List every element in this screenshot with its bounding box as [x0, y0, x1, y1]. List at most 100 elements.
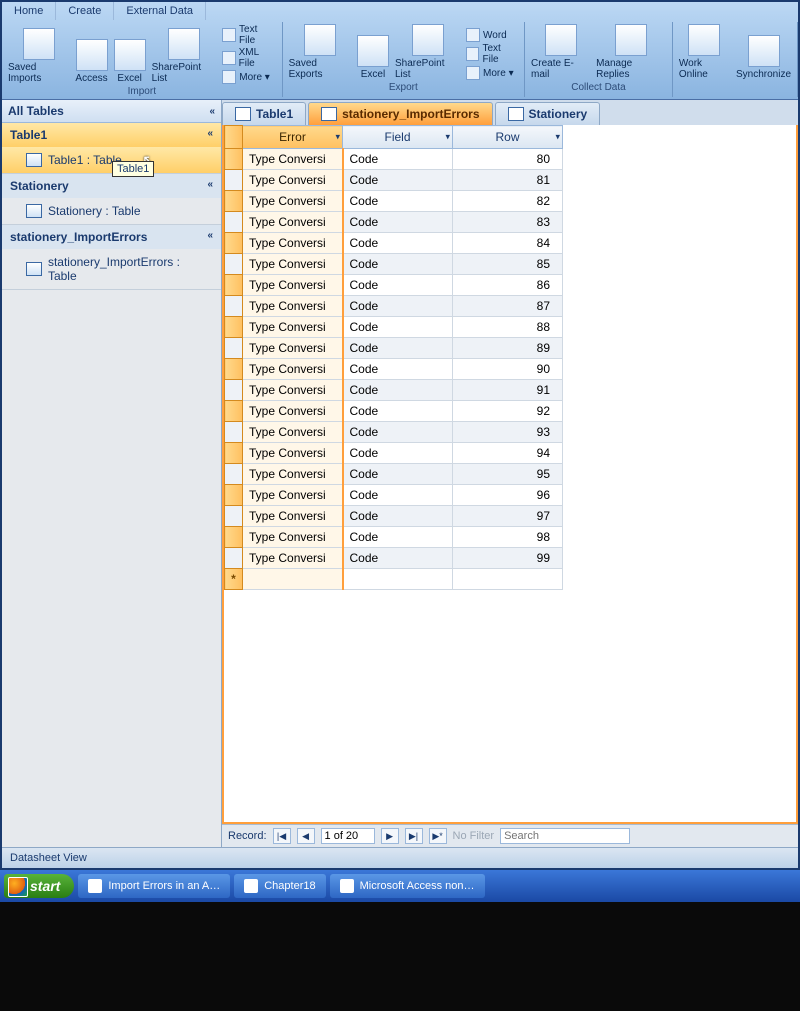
import-text-file-button[interactable]: Text File	[222, 24, 275, 46]
manage-replies-button[interactable]: Manage Replies	[596, 24, 666, 80]
row-selector[interactable]	[225, 401, 243, 422]
cell-error[interactable]: Type Conversi	[243, 443, 343, 464]
table-row[interactable]: Type ConversiCode97	[225, 506, 563, 527]
cell-row[interactable]: 80	[453, 149, 563, 170]
row-selector[interactable]	[225, 380, 243, 401]
cell-error[interactable]: Type Conversi	[243, 422, 343, 443]
cell-error[interactable]	[243, 569, 343, 590]
row-selector[interactable]	[225, 443, 243, 464]
cell-row[interactable]: 81	[453, 170, 563, 191]
cell-error[interactable]: Type Conversi	[243, 170, 343, 191]
cell-error[interactable]: Type Conversi	[243, 380, 343, 401]
row-selector[interactable]	[225, 527, 243, 548]
row-selector[interactable]	[225, 422, 243, 443]
cell-field[interactable]: Code	[343, 149, 453, 170]
cell-row[interactable]: 96	[453, 485, 563, 506]
column-header-row[interactable]: Row▾	[453, 126, 563, 149]
row-selector[interactable]	[225, 254, 243, 275]
cell-error[interactable]: Type Conversi	[243, 317, 343, 338]
cell-field[interactable]: Code	[343, 443, 453, 464]
column-header-error[interactable]: Error▾	[243, 126, 343, 149]
table-row[interactable]: Type ConversiCode87	[225, 296, 563, 317]
cell-error[interactable]: Type Conversi	[243, 527, 343, 548]
cell-row[interactable]: 83	[453, 212, 563, 233]
navitem-stationery-table[interactable]: Stationery : Table	[2, 198, 221, 224]
cell-field[interactable]: Code	[343, 191, 453, 212]
cell-field[interactable]: Code	[343, 359, 453, 380]
cell-row[interactable]: 90	[453, 359, 563, 380]
navpane-header[interactable]: All Tables «	[2, 100, 221, 123]
start-button[interactable]: start	[4, 874, 74, 898]
row-selector[interactable]	[225, 464, 243, 485]
table-row[interactable]: Type ConversiCode94	[225, 443, 563, 464]
row-selector[interactable]	[225, 338, 243, 359]
cell-field[interactable]	[343, 569, 453, 590]
cell-error[interactable]: Type Conversi	[243, 338, 343, 359]
record-position-input[interactable]	[321, 828, 375, 844]
import-excel-button[interactable]: Excel	[114, 39, 146, 84]
cell-row[interactable]: 89	[453, 338, 563, 359]
cell-row[interactable]: 99	[453, 548, 563, 569]
table-row[interactable]: Type ConversiCode84	[225, 233, 563, 254]
cell-field[interactable]: Code	[343, 506, 453, 527]
saved-imports-button[interactable]: Saved Imports	[8, 28, 69, 84]
table-row[interactable]: Type ConversiCode81	[225, 170, 563, 191]
cell-field[interactable]: Code	[343, 275, 453, 296]
cell-row[interactable]: 88	[453, 317, 563, 338]
new-record-button[interactable]: ▶*	[429, 828, 447, 844]
next-record-button[interactable]: ▶	[381, 828, 399, 844]
dropdown-icon[interactable]: ▾	[335, 132, 340, 143]
row-selector[interactable]	[225, 548, 243, 569]
navsection-header[interactable]: stationery_ImportErrors«	[2, 225, 221, 249]
export-sharepoint-button[interactable]: SharePoint List	[395, 24, 460, 80]
cell-error[interactable]: Type Conversi	[243, 464, 343, 485]
cell-row[interactable]: 95	[453, 464, 563, 485]
column-header-field[interactable]: Field▾	[343, 126, 453, 149]
table-row[interactable]: Type ConversiCode83	[225, 212, 563, 233]
cell-row[interactable]: 84	[453, 233, 563, 254]
cell-field[interactable]: Code	[343, 548, 453, 569]
cell-field[interactable]: Code	[343, 296, 453, 317]
cell-error[interactable]: Type Conversi	[243, 191, 343, 212]
row-selector[interactable]	[225, 149, 243, 170]
cell-row[interactable]: 85	[453, 254, 563, 275]
navpane-collapse-icon[interactable]: «	[209, 106, 215, 117]
cell-error[interactable]: Type Conversi	[243, 233, 343, 254]
cell-field[interactable]: Code	[343, 254, 453, 275]
tab-importerrors[interactable]: stationery_ImportErrors	[308, 102, 492, 125]
cell-row[interactable]: 97	[453, 506, 563, 527]
table-row[interactable]: Type ConversiCode93	[225, 422, 563, 443]
row-selector[interactable]	[225, 191, 243, 212]
table-row[interactable]: Type ConversiCode92	[225, 401, 563, 422]
first-record-button[interactable]: |◀	[273, 828, 291, 844]
table-row[interactable]: Type ConversiCode91	[225, 380, 563, 401]
cell-error[interactable]: Type Conversi	[243, 275, 343, 296]
cell-error[interactable]: Type Conversi	[243, 149, 343, 170]
cell-row[interactable]: 87	[453, 296, 563, 317]
cell-field[interactable]: Code	[343, 317, 453, 338]
row-selector[interactable]	[225, 233, 243, 254]
table-row[interactable]: Type ConversiCode85	[225, 254, 563, 275]
cell-error[interactable]: Type Conversi	[243, 254, 343, 275]
table-row[interactable]: Type ConversiCode88	[225, 317, 563, 338]
cell-field[interactable]: Code	[343, 380, 453, 401]
cell-row[interactable]: 91	[453, 380, 563, 401]
cell-field[interactable]: Code	[343, 338, 453, 359]
export-text-file-button[interactable]: Text File	[466, 43, 518, 65]
taskbar-button[interactable]: Chapter18	[234, 874, 325, 898]
import-access-button[interactable]: Access	[75, 39, 107, 84]
cell-field[interactable]: Code	[343, 401, 453, 422]
cell-field[interactable]: Code	[343, 527, 453, 548]
table-row[interactable]: Type ConversiCode90	[225, 359, 563, 380]
new-record-row[interactable]	[225, 569, 563, 590]
cell-field[interactable]: Code	[343, 485, 453, 506]
export-excel-button[interactable]: Excel	[357, 35, 389, 80]
work-online-button[interactable]: Work Online	[679, 24, 730, 80]
datasheet-grid[interactable]: Error▾ Field▾ Row▾ Type ConversiCode80Ty…	[222, 125, 798, 824]
cell-row[interactable]: 86	[453, 275, 563, 296]
cell-field[interactable]: Code	[343, 422, 453, 443]
cell-row[interactable]	[453, 569, 563, 590]
dropdown-icon[interactable]: ▾	[555, 132, 560, 143]
saved-exports-button[interactable]: Saved Exports	[289, 24, 351, 80]
row-selector[interactable]	[225, 170, 243, 191]
